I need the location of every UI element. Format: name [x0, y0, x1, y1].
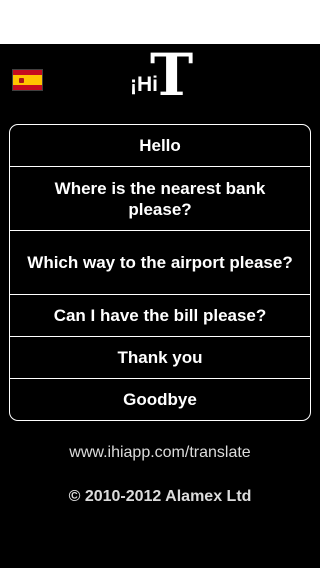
phrase-item-airport[interactable]: Which way to the airport please? — [10, 231, 310, 295]
app-logo: ¡Hi T — [130, 46, 194, 108]
flag-band-middle — [13, 75, 42, 85]
flag-emblem — [19, 78, 24, 83]
copyright-text: © 2010-2012 Alamex Ltd — [68, 488, 252, 505]
phrase-item-thank-you[interactable]: Thank you — [10, 337, 310, 379]
status-bar — [0, 0, 320, 44]
website-link[interactable]: www.ihiapp.com/translate — [0, 444, 320, 462]
phrase-item-nearest-bank[interactable]: Where is the nearest bank please? — [10, 167, 310, 231]
phrase-item-goodbye[interactable]: Goodbye — [10, 379, 310, 420]
phrase-item-hello[interactable]: Hello — [10, 125, 310, 167]
logo-t-text: T — [150, 41, 194, 109]
spain-flag-icon[interactable] — [12, 69, 43, 91]
phrase-list: Hello Where is the nearest bank please? … — [9, 124, 311, 421]
flag-band-bottom — [13, 85, 42, 90]
phrase-item-bill[interactable]: Can I have the bill please? — [10, 295, 310, 337]
